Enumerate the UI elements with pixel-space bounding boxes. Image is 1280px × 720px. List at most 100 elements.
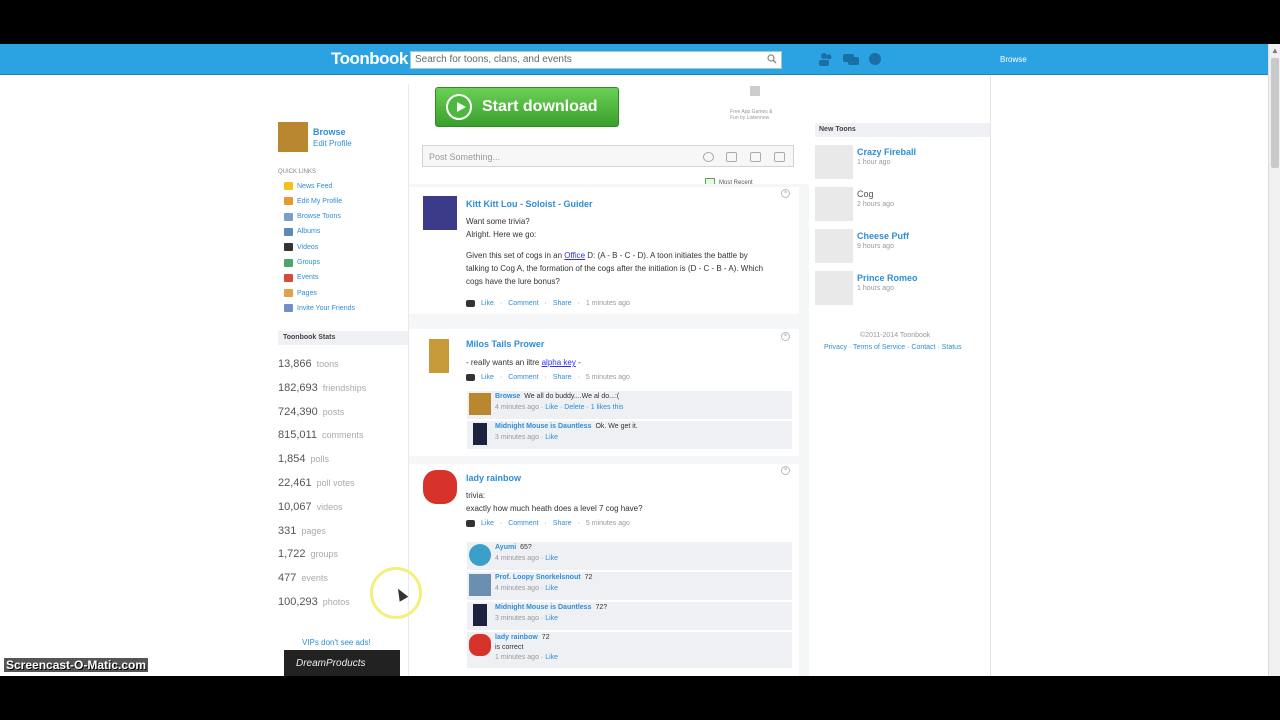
username-link[interactable]: Browse [1000,55,1027,64]
quick-link-label: Pages [297,289,317,297]
start-download-ad-button[interactable]: Start download [435,87,619,127]
post-author-name[interactable]: Milos Tails Prower [466,339,544,349]
friends-icon[interactable] [818,52,834,66]
comment-avatar[interactable] [473,604,487,626]
new-toon-avatar[interactable] [815,145,853,179]
comment-avatar[interactable] [469,574,491,596]
comment-link[interactable]: Comment [508,300,538,307]
browser-page: Toonbook Search for toons, clans, and ev… [0,44,1280,676]
post-author-avatar[interactable] [429,339,449,373]
like-link[interactable]: Like [481,520,494,527]
link-icon[interactable] [726,152,737,162]
vip-link[interactable]: VIPs don't see ads! [302,638,371,647]
comment-link[interactable]: Comment [508,374,538,381]
post-author-name[interactable]: lady rainbow [466,473,521,483]
poll-icon[interactable] [774,152,785,162]
edit-profile-link[interactable]: Edit Profile [313,139,352,148]
post-author-avatar[interactable] [423,196,457,230]
comment-links[interactable]: Like [545,555,558,562]
stat-value: 10,067 [278,500,312,513]
quick-link-item[interactable]: Pages [284,289,317,298]
share-link[interactable]: Share [553,300,572,307]
quick-link-item[interactable]: Videos [284,243,318,252]
search-input[interactable]: Search for toons, clans, and events [410,51,782,69]
comment-author[interactable]: Midnight Mouse is Dauntless [495,423,591,430]
stat-label: friendships [322,382,367,393]
new-toon-avatar[interactable] [815,271,853,305]
quick-link-item[interactable]: Events [284,273,319,282]
office-link[interactable]: Office [564,251,585,260]
comment-links[interactable]: Like [545,654,558,661]
share-link[interactable]: Share [553,520,572,527]
quick-link-item[interactable]: Albums [284,227,321,236]
new-toon-name[interactable]: Cog [857,189,874,199]
comment-links[interactable]: Like [545,434,558,441]
ad-choices-icon[interactable] [750,86,760,96]
like-link[interactable]: Like [481,300,494,307]
new-toon-avatar[interactable] [815,229,853,263]
search-icon[interactable] [767,54,777,64]
quick-link-label: Browse Toons [297,213,341,221]
post-author-name[interactable]: Kitt Kitt Lou - Soloist - Guider [466,199,592,209]
comment-avatar[interactable] [469,634,491,656]
comment-links[interactable]: Like [545,585,558,592]
profile-avatar[interactable] [278,122,308,152]
post-body: Want some trivia? Alright. Here we go: G… [466,217,764,286]
hide-post-icon[interactable]: × [781,189,790,198]
new-toon-name[interactable]: Prince Romeo [857,273,918,283]
messages-icon[interactable] [843,52,859,66]
quick-link-item[interactable]: Invite Your Friends [284,304,355,313]
share-link[interactable]: Share [553,374,572,381]
quick-link-item[interactable]: Edit My Profile [284,197,342,206]
stat-value: 477 [278,572,297,585]
comment-avatar[interactable] [473,423,487,445]
like-link[interactable]: Like [481,374,494,381]
comment-author[interactable]: Ayumi [495,544,516,551]
comment-avatar[interactable] [469,393,491,415]
profile-name[interactable]: Browse [313,127,346,137]
hide-post-icon[interactable]: × [781,332,790,341]
stat-label: poll votes [316,478,355,488]
scroll-up-arrow-icon[interactable]: ▲ [1271,46,1279,55]
new-toon-name[interactable]: Crazy Fireball [857,147,916,157]
comment-author[interactable]: Browse [495,393,520,400]
comment-author[interactable]: lady rainbow [495,634,538,641]
comment: Browse We all do buddy....We al do...:( 4… [467,391,792,419]
stat-label: events [301,573,328,584]
stat-value: 1,854 [278,453,306,466]
notifications-globe-icon[interactable] [867,52,883,66]
scrollbar[interactable]: ▲ [1268,44,1280,676]
like-icon [466,520,475,527]
quick-link-item[interactable]: News Feed [284,182,332,190]
comment-links[interactable]: Like · Delete · 1 likes this [545,404,623,411]
footer-links[interactable]: Privacy · Terms of Service · Contact · S… [824,344,962,351]
post-something-input[interactable]: Post Something... [422,145,794,167]
hide-post-icon[interactable]: × [781,466,790,475]
quick-link-label: Events [297,274,319,282]
new-toon-time: 1 hours ago [857,285,894,292]
left-ad-banner[interactable]: DreamProducts [284,650,400,676]
emoji-icon[interactable] [703,152,714,162]
photo-icon[interactable] [750,152,761,162]
stat-row: 724,390 posts [278,406,344,418]
comment-author[interactable]: Midnight Mouse is Dauntless [495,604,591,611]
comment-author[interactable]: Prof. Loopy Snorkelsnout [495,574,581,581]
new-toon-name[interactable]: Cheese Puff [857,231,909,241]
comment-avatar[interactable] [469,544,491,566]
stat-value: 331 [278,524,297,537]
quick-link-label: Albums [297,228,321,236]
toonbook-logo[interactable]: Toonbook [331,49,408,69]
stats-heading: Toonbook Stats [278,331,408,345]
stat-label: comments [321,430,364,441]
comment-link[interactable]: Comment [508,520,538,527]
new-toon-avatar[interactable] [815,187,853,221]
comment: Ayumi 65? 4 minutes ago · Like [467,542,792,570]
comment-links[interactable]: Like [545,615,558,622]
quick-link-item[interactable]: Browse Toons [284,212,341,221]
post-author-avatar[interactable] [423,470,457,504]
quick-link-icon [284,212,293,221]
alpha-key-link[interactable]: alpha key [542,358,576,367]
scrollbar-thumb[interactable] [1271,58,1279,168]
stat-row: 100,293 photos [278,596,350,608]
quick-link-item[interactable]: Groups [284,258,320,267]
